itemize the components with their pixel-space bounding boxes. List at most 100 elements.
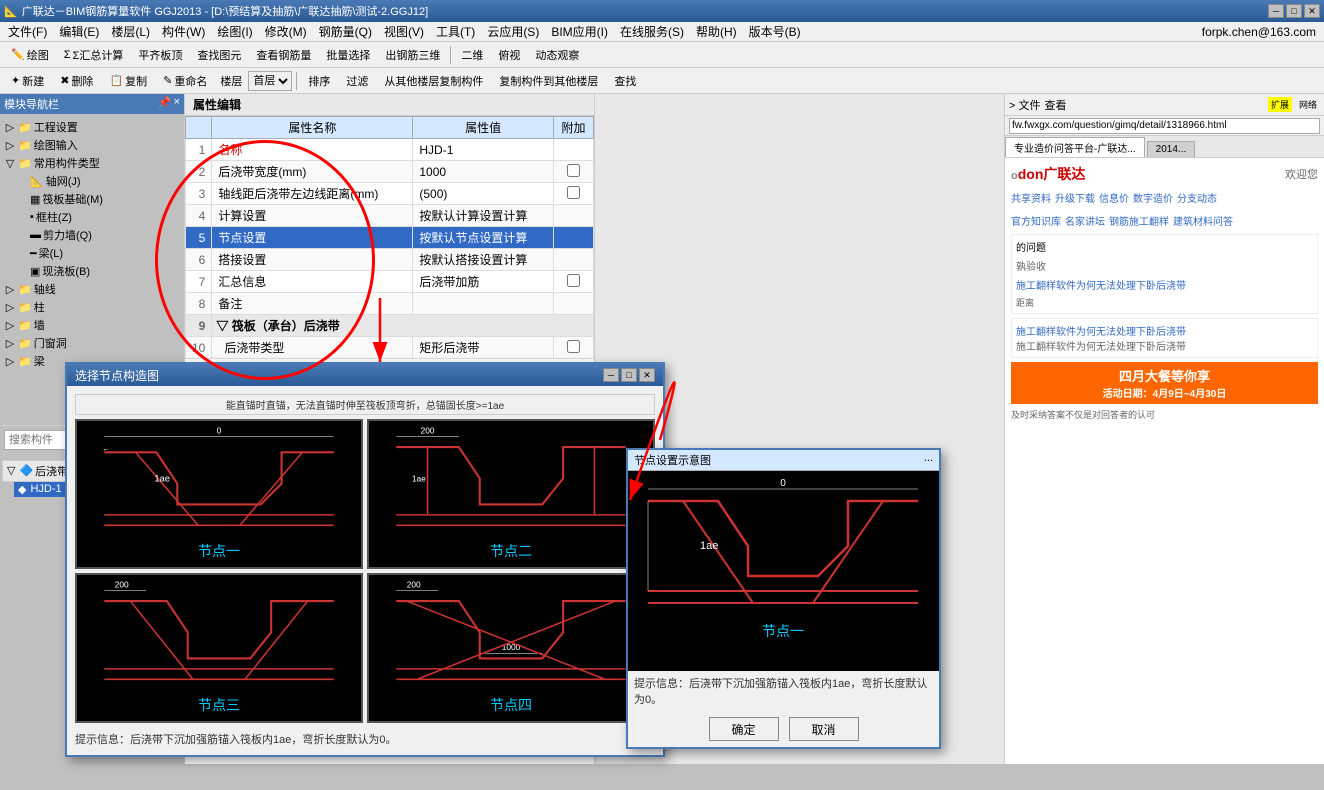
- table-row[interactable]: 10 后浇带类型 矩形后浇带: [186, 337, 594, 359]
- minimize-button[interactable]: ─: [1268, 4, 1284, 18]
- table-row[interactable]: 2 后浇带宽度(mm) 1000: [186, 161, 594, 183]
- collapse-icon[interactable]: ▽: [7, 464, 15, 477]
- menu-rebar-qty[interactable]: 钢筋量(Q): [313, 22, 378, 41]
- web-network-btn[interactable]: 网络: [1296, 97, 1320, 112]
- sidebar-item-draw-input[interactable]: ▷ 📁 绘图输入: [4, 136, 180, 154]
- btn-2d[interactable]: 二维: [454, 45, 490, 65]
- menu-tools[interactable]: 工具(T): [430, 22, 481, 41]
- table-row[interactable]: 6 搭接设置 按默认搭接设置计算: [186, 249, 594, 271]
- menu-modify[interactable]: 修改(M): [259, 22, 313, 41]
- web-nav2-lecture[interactable]: 名家讲坛: [1065, 213, 1105, 228]
- node-display-expand-btn[interactable]: ...: [924, 452, 933, 468]
- confirm-button[interactable]: 确定: [709, 717, 779, 741]
- sidebar-item-axis-line[interactable]: ▷ 📁 轴线: [4, 280, 180, 298]
- prop-value[interactable]: 1000: [413, 161, 554, 183]
- btn-batch-select[interactable]: 批量选择: [319, 45, 377, 65]
- menu-cloud[interactable]: 云应用(S): [481, 22, 545, 41]
- sidebar-close-btn[interactable]: ×: [174, 96, 180, 112]
- prop-checkbox[interactable]: [554, 161, 594, 183]
- prop-checkbox[interactable]: [554, 271, 594, 293]
- web-toolbar-view[interactable]: 查看: [1044, 97, 1066, 113]
- table-row[interactable]: 8 备注: [186, 293, 594, 315]
- btn-delete[interactable]: ✖ 删除: [53, 71, 100, 91]
- btn-copy-to-floor[interactable]: 复制构件到其他楼层: [492, 71, 605, 91]
- sidebar-item-column[interactable]: ▷ 📁 柱: [4, 298, 180, 316]
- prop-checkbox[interactable]: [554, 183, 594, 205]
- web-address-input[interactable]: [1009, 118, 1320, 134]
- web-nav2-material[interactable]: 建筑材料问答: [1173, 213, 1233, 228]
- dialog-close-btn[interactable]: ✕: [639, 368, 655, 382]
- web-toolbar-file[interactable]: > 文件: [1009, 97, 1040, 113]
- sidebar-item-common-types[interactable]: ▽ 📁 常用构件类型: [4, 154, 180, 172]
- cancel-button[interactable]: 取消: [789, 717, 859, 741]
- web-question1-link[interactable]: 施工翻样软件为何无法处理下卧后浇带: [1016, 277, 1313, 292]
- prop-value[interactable]: [413, 293, 554, 315]
- btn-calc[interactable]: Σ Σ汇总计算: [57, 45, 131, 65]
- menu-version[interactable]: 版本号(B): [743, 22, 807, 41]
- dialog-minimize-btn[interactable]: ─: [603, 368, 619, 382]
- prop-value[interactable]: 矩形后浇带: [413, 337, 554, 359]
- web-tab-2[interactable]: 2014...: [1147, 141, 1196, 157]
- menu-file[interactable]: 文件(F): [2, 22, 53, 41]
- web-nav-price[interactable]: 信息价: [1099, 190, 1129, 205]
- btn-dynamic-view[interactable]: 动态观察: [528, 45, 586, 65]
- btn-3d-rebar[interactable]: 出钢筋三维: [378, 45, 447, 65]
- menu-edit[interactable]: 编辑(E): [53, 22, 105, 41]
- web-nav-digital[interactable]: 数字造价: [1133, 190, 1173, 205]
- web-question2-link[interactable]: 施工翻样软件为何无法处理下卧后浇带: [1016, 323, 1313, 338]
- table-row[interactable]: 1 名称 HJD-1: [186, 139, 594, 161]
- menu-bim[interactable]: BIM应用(I): [545, 22, 614, 41]
- prop-checkbox[interactable]: [554, 337, 594, 359]
- menu-floor[interactable]: 楼层(L): [105, 22, 156, 41]
- expand-icon[interactable]: ▷: [4, 139, 16, 152]
- web-expand-btn[interactable]: 扩展: [1268, 97, 1292, 112]
- floor-select[interactable]: 首层: [248, 71, 292, 91]
- web-nav-upgrade[interactable]: 升级下载: [1055, 190, 1095, 205]
- prop-value[interactable]: 按默认搭接设置计算: [413, 249, 554, 271]
- prop-value[interactable]: 按默认节点设置计算: [413, 227, 554, 249]
- btn-find[interactable]: 查找图元: [190, 45, 248, 65]
- menu-online[interactable]: 在线服务(S): [614, 22, 690, 41]
- btn-top-view[interactable]: 俯视: [491, 45, 527, 65]
- close-button[interactable]: ✕: [1304, 4, 1320, 18]
- table-row[interactable]: 5 节点设置 按默认节点设置计算: [186, 227, 594, 249]
- sidebar-item-project-settings[interactable]: ▷ 📁 工程设置: [4, 118, 180, 136]
- sidebar-item-slab[interactable]: ▣ 现浇板(B): [16, 262, 180, 280]
- menu-view[interactable]: 视图(V): [378, 22, 430, 41]
- web-nav-share[interactable]: 共享资料: [1011, 190, 1051, 205]
- btn-view-rebar[interactable]: 查看钢筋量: [249, 45, 318, 65]
- node-cell-3[interactable]: 200 节点三: [75, 573, 363, 723]
- prop-value[interactable]: (500): [413, 183, 554, 205]
- node-cell-1[interactable]: 0 1ae ← 节点一: [75, 419, 363, 569]
- menu-draw[interactable]: 绘图(I): [211, 22, 258, 41]
- btn-draw[interactable]: ✏️ 绘图: [4, 45, 56, 65]
- btn-copy[interactable]: 📋 复制: [102, 71, 154, 91]
- btn-filter[interactable]: 过滤: [339, 71, 375, 91]
- btn-sort[interactable]: 排序: [301, 71, 337, 91]
- btn-copy-from-floor[interactable]: 从其他楼层复制构件: [377, 71, 490, 91]
- restore-button[interactable]: □: [1286, 4, 1302, 18]
- sidebar-item-axis[interactable]: 📐 轴网(J): [16, 172, 180, 190]
- web-tab-1[interactable]: 专业造价问答平台-广联达...: [1005, 137, 1145, 157]
- menu-user[interactable]: forpk.chen@163.com: [1196, 24, 1322, 40]
- table-row[interactable]: 4 计算设置 按默认计算设置计算: [186, 205, 594, 227]
- sidebar-item-door-window[interactable]: ▷ 📁 门窗洞: [4, 334, 180, 352]
- prop-value[interactable]: 按默认计算设置计算: [413, 205, 554, 227]
- web-nav2-knowledge[interactable]: 官方知识库: [1011, 213, 1061, 228]
- sidebar-item-shear-wall[interactable]: ▬ 剪力墙(Q): [16, 226, 180, 244]
- btn-align-top[interactable]: 平齐板顶: [131, 45, 189, 65]
- prop-value[interactable]: HJD-1: [413, 139, 554, 161]
- table-row[interactable]: 7 汇总信息 后浇带加筋: [186, 271, 594, 293]
- menu-help[interactable]: 帮助(H): [690, 22, 743, 41]
- btn-find-comp[interactable]: 查找: [607, 71, 643, 91]
- node-cell-2[interactable]: 200 1ae 节点二: [367, 419, 655, 569]
- dialog-restore-btn[interactable]: □: [621, 368, 637, 382]
- web-nav-branch[interactable]: 分支动态: [1177, 190, 1217, 205]
- web-nav2-rebar[interactable]: 钢筋施工翻样: [1109, 213, 1169, 228]
- node-cell-4[interactable]: 200 1000 节点四: [367, 573, 655, 723]
- sidebar-item-raft-foundation[interactable]: ▦ 筏板基础(M): [16, 190, 180, 208]
- sidebar-pin-btn[interactable]: 📌: [158, 96, 172, 112]
- prop-value[interactable]: 后浇带加筋: [413, 271, 554, 293]
- sidebar-item-frame-column[interactable]: ▪ 框柱(Z): [16, 208, 180, 226]
- table-row[interactable]: 3 轴线距后浇带左边线距离(mm) (500): [186, 183, 594, 205]
